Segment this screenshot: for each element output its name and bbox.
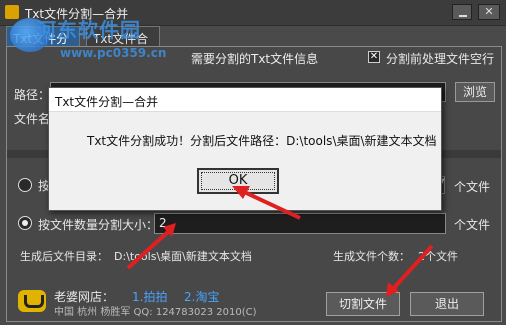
annotation-arrows — [126, 186, 434, 297]
arrow-to-cut-button-icon — [386, 244, 434, 297]
arrow-to-count-input-icon — [126, 223, 176, 270]
arrow-to-ok-icon — [232, 186, 301, 220]
